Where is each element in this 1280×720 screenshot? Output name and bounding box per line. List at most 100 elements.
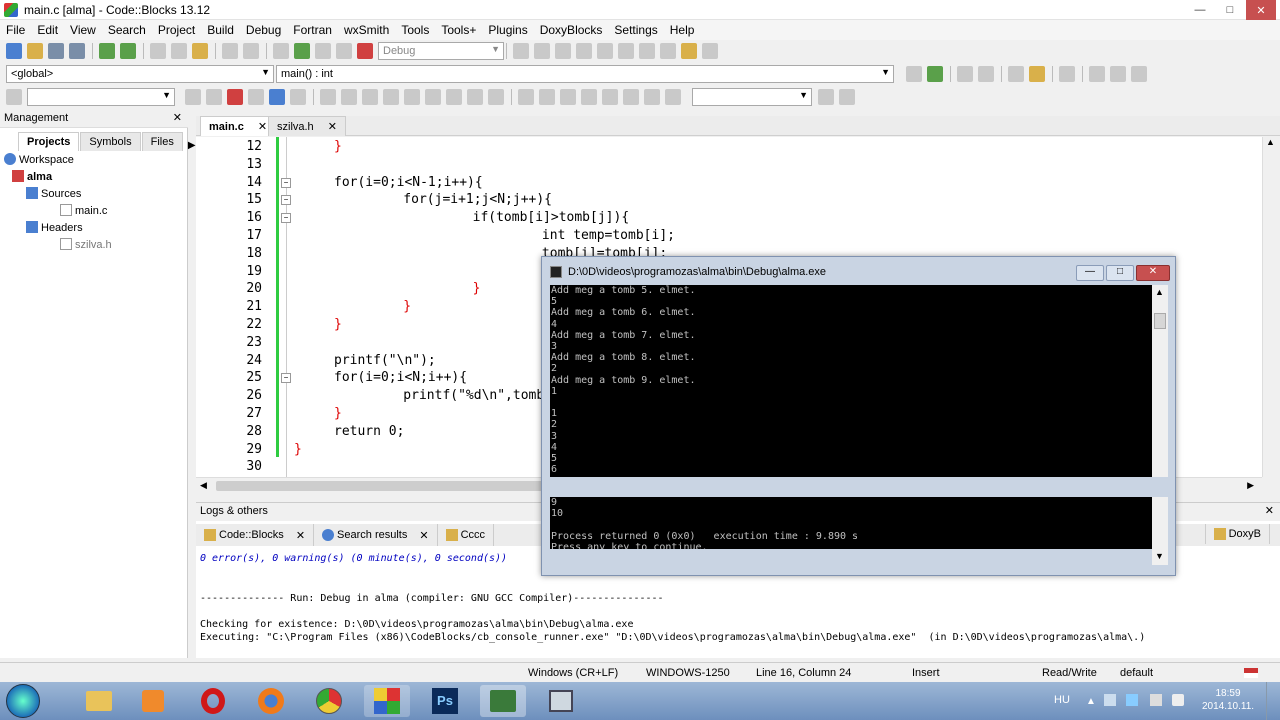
minimize-button[interactable]: — (1186, 0, 1214, 20)
scope-select[interactable]: <global> ▼ (6, 65, 274, 83)
menu-wxsmith[interactable]: wxSmith (344, 23, 389, 37)
menu-project[interactable]: Project (158, 23, 195, 37)
copy-icon[interactable] (171, 43, 187, 59)
menu-view[interactable]: View (70, 23, 96, 37)
zoom-out-icon[interactable] (602, 89, 618, 105)
tab-files[interactable]: Files (141, 132, 183, 151)
next-arrow-icon[interactable] (206, 89, 222, 105)
regex-icon[interactable] (290, 89, 306, 105)
cursor-icon[interactable] (320, 89, 336, 105)
scroll-up-icon[interactable]: ▲ (1266, 137, 1275, 147)
scroll-down-icon[interactable]: ▼ (1155, 551, 1164, 561)
bitmap-icon[interactable] (404, 89, 420, 105)
console-close-button[interactable]: ✕ (1136, 265, 1170, 281)
align4-icon[interactable] (488, 89, 504, 105)
photoshop-taskbar-button[interactable]: Ps (422, 685, 468, 717)
next-line-icon[interactable] (555, 43, 571, 59)
layout2-icon[interactable] (539, 89, 555, 105)
layout-icon[interactable] (518, 89, 534, 105)
align-icon[interactable] (425, 89, 441, 105)
menu-tools[interactable]: Tools (401, 23, 429, 37)
find-icon[interactable] (222, 43, 238, 59)
run-to-cursor-icon[interactable] (534, 43, 550, 59)
editor-vertical-scrollbar[interactable]: ▲ (1262, 137, 1280, 477)
close-icon[interactable]: ✕ (328, 120, 337, 133)
clock[interactable]: 18:59 2014.10.11. (1200, 687, 1256, 713)
prev-arrow-icon[interactable] (185, 89, 201, 105)
console-maximize-button[interactable]: □ (1106, 265, 1134, 281)
save-all-icon[interactable] (69, 43, 85, 59)
s-icon[interactable] (644, 89, 660, 105)
info-icon[interactable] (702, 43, 718, 59)
settings-icon[interactable] (839, 89, 855, 105)
volume-icon[interactable] (1172, 694, 1184, 706)
tab-main-c[interactable]: main.c ✕ (200, 116, 277, 136)
function-select[interactable]: main() : int ▼ (276, 65, 894, 83)
media-taskbar-button[interactable] (130, 685, 176, 717)
console-minimize-button[interactable]: — (1076, 265, 1104, 281)
step-into-icon[interactable] (576, 43, 592, 59)
new-file-icon[interactable] (6, 43, 22, 59)
text-icon[interactable] (383, 89, 399, 105)
button-icon[interactable] (362, 89, 378, 105)
open-icon[interactable] (27, 43, 43, 59)
recorder-taskbar-button[interactable] (480, 685, 526, 717)
debug-windows-icon[interactable] (681, 43, 697, 59)
close-icon[interactable]: ✕ (296, 529, 305, 542)
tab-search-results[interactable]: Search results ✕ (314, 524, 438, 546)
doxy-wizard-icon[interactable] (1008, 66, 1024, 82)
close-icon[interactable]: ✕ (258, 120, 267, 133)
paste-icon[interactable] (192, 43, 208, 59)
tree-item-project[interactable]: alma (4, 169, 112, 186)
chrome-taskbar-button[interactable] (306, 685, 352, 717)
console-scrollbar[interactable]: ▲ (1152, 285, 1168, 477)
tree-item-workspace[interactable]: Workspace (4, 152, 112, 169)
replace-icon[interactable] (243, 43, 259, 59)
close-icon[interactable]: ✕ (419, 529, 428, 542)
comment-icon[interactable] (957, 66, 973, 82)
redo-icon[interactable] (120, 43, 136, 59)
menu-doxyblocks[interactable]: DoxyBlocks (540, 23, 603, 37)
next-instruction-icon[interactable] (618, 43, 634, 59)
build-run-icon[interactable] (315, 43, 331, 59)
c-icon[interactable] (665, 89, 681, 105)
tab-doxyblocks[interactable]: DoxyB (1204, 524, 1270, 544)
cut-icon[interactable] (150, 43, 166, 59)
menu-debug[interactable]: Debug (246, 23, 281, 37)
tree-item-sources[interactable]: Sources (4, 186, 112, 203)
menu-fortran[interactable]: Fortran (293, 23, 332, 37)
signal-icon[interactable] (1150, 694, 1162, 706)
align3-icon[interactable] (467, 89, 483, 105)
build-target-select[interactable]: Debug ▼ (378, 42, 504, 60)
tree-item-szilva-h[interactable]: szilva.h (4, 237, 112, 254)
fold-toggle-icon[interactable]: − (281, 213, 291, 224)
flag-tray-icon[interactable] (1126, 694, 1138, 706)
menu-plugins[interactable]: Plugins (488, 23, 527, 37)
debug-continue-icon[interactable] (513, 43, 529, 59)
abort-icon[interactable] (357, 43, 373, 59)
jump-icon[interactable] (906, 66, 922, 82)
tray-arrow-icon[interactable]: ▲ (1086, 696, 1096, 707)
console-scrollbar-lower[interactable]: ▼ (1152, 497, 1168, 565)
tab-codeblocks-log[interactable]: Code::Blocks ✕ (196, 524, 315, 546)
doxy-help-icon[interactable] (1029, 66, 1045, 82)
menu-tools-plus[interactable]: Tools+ (441, 23, 476, 37)
network-icon[interactable] (1104, 694, 1116, 706)
close-button[interactable]: ✕ (1246, 0, 1276, 20)
uncomment-icon[interactable] (978, 66, 994, 82)
zoom-in-icon[interactable] (581, 89, 597, 105)
tools-icon[interactable] (1059, 66, 1075, 82)
console-taskbar-button[interactable] (538, 685, 584, 717)
menu-search[interactable]: Search (108, 23, 146, 37)
close-icon[interactable]: ✕ (173, 111, 182, 124)
scroll-left-icon[interactable]: ◀ (200, 480, 207, 491)
align2-icon[interactable] (446, 89, 462, 105)
codeblocks-taskbar-button[interactable] (364, 685, 410, 717)
bookmark-icon[interactable] (1110, 66, 1126, 82)
menu-settings[interactable]: Settings (614, 23, 657, 37)
start-button[interactable] (6, 684, 40, 718)
undo-icon[interactable] (99, 43, 115, 59)
save-icon[interactable] (48, 43, 64, 59)
back-icon[interactable] (1089, 66, 1105, 82)
fold-toggle-icon[interactable]: − (281, 373, 291, 384)
